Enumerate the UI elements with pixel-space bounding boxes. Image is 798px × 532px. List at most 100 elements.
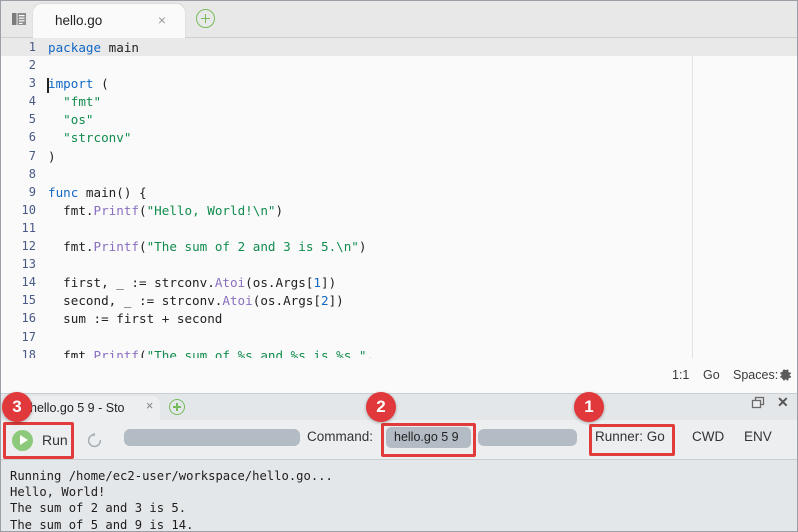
code-token: ) [276,203,284,218]
gear-icon[interactable] [777,367,793,383]
code-token: sum := first + second [48,311,222,326]
code-token: second, _ := strconv. [48,293,222,308]
line-number: 2 [0,56,36,74]
code-text[interactable]: package main [48,38,139,56]
editor-tab-hello-go[interactable]: hello.go × [33,4,185,38]
close-icon[interactable]: × [155,13,169,27]
code-text[interactable]: fmt.Printf("Hello, World!\n") [48,201,283,219]
code-token: ]) [321,275,336,290]
line-number: 4 [0,92,36,110]
restore-window-icon[interactable] [751,395,766,410]
code-row[interactable]: 1 package main [0,38,798,56]
code-editor[interactable]: 1package main23import (4 "fmt"5 "os"6 "s… [0,38,798,393]
console-output[interactable]: Running /home/ec2-user/workspace/hello.g… [0,460,798,532]
code-token: main() { [78,185,146,200]
code-row[interactable]: 14 first, _ := strconv.Atoi(os.Args[1]) [0,273,798,291]
code-token: main [101,40,139,55]
line-number: 10 [0,201,36,219]
close-panel-icon[interactable]: ✕ [777,394,789,411]
code-row[interactable]: 13 [0,255,798,273]
console-line: The sum of 2 and 3 is 5. [10,500,798,516]
code-token: 1 [313,275,321,290]
code-lines[interactable]: 1package main23import (4 "fmt"5 "os"6 "s… [0,38,798,393]
code-text[interactable]: func main() { [48,183,147,201]
annotation-badge-2: 2 [366,392,396,422]
console-line: Hello, World! [10,484,798,500]
restart-icon[interactable] [86,432,103,449]
code-row[interactable]: 9 func main() { [0,183,798,201]
code-token: "fmt" [63,94,101,109]
code-token: import [48,76,94,91]
code-row[interactable]: 8 [0,165,798,183]
code-row[interactable]: 2 [0,56,798,74]
code-token: package [48,40,101,55]
runner-tab-close-icon[interactable]: × [146,399,153,413]
line-number: 1 [0,38,36,56]
new-tab-plus-icon[interactable] [196,9,215,28]
code-text[interactable]: "strconv" [48,128,131,146]
code-row[interactable]: 4 "fmt" [0,92,798,110]
code-row[interactable]: 16 sum := first + second [0,309,798,327]
code-text[interactable]: "fmt" [48,92,101,110]
code-token: 2 [321,293,329,308]
line-number: 13 [0,255,36,273]
ide-window: hello.go × 1package main23import (4 "fmt… [0,0,798,532]
runner-new-tab-plus-icon[interactable] [169,399,185,415]
line-number: 6 [0,128,36,146]
annotation-box-runner [589,424,675,456]
code-row[interactable]: 3 import ( [0,74,798,92]
cwd-button[interactable]: CWD [692,429,724,444]
console-line: The sum of 5 and 9 is 14. [10,517,798,532]
code-text[interactable]: "os" [48,110,94,128]
editor-status-bar: 1:1 Go Spaces: 2 [0,358,798,393]
runner-tab-label: hello.go 5 9 - Sto [30,401,125,415]
env-button[interactable]: ENV [744,429,772,444]
line-number: 14 [0,273,36,291]
code-token: "The sum of 2 and 3 is 5.\n" [147,239,359,254]
annotation-box-command [381,423,476,457]
code-row[interactable]: 17 [0,328,798,346]
line-number: 9 [0,183,36,201]
code-text[interactable]: fmt.Printf("The sum of 2 and 3 is 5.\n") [48,237,367,255]
line-number: 3 [0,74,36,92]
code-token: "strconv" [63,130,131,145]
code-token: fmt. [48,239,94,254]
code-row[interactable]: 11 [0,219,798,237]
code-token: Printf [94,239,140,254]
code-token [48,130,63,145]
annotation-badge-1: 1 [574,392,604,422]
language-mode[interactable]: Go [703,368,720,382]
code-row[interactable]: 15 second, _ := strconv.Atoi(os.Args[2]) [0,291,798,309]
code-row[interactable]: 5 "os" [0,110,798,128]
code-token: ) [359,239,367,254]
code-row[interactable]: 7) [0,147,798,165]
code-text[interactable]: ) [48,147,56,165]
code-text[interactable]: sum := first + second [48,309,222,327]
code-token: first, _ := strconv. [48,275,215,290]
code-token: ]) [329,293,344,308]
runner-tab-bar: hello.go 5 9 - Sto × [0,393,798,420]
code-token: "Hello, World!\n" [147,203,276,218]
code-text[interactable]: import ( [48,74,109,92]
panel-list-icon[interactable] [8,8,30,30]
code-token [48,94,63,109]
code-row[interactable]: 12 fmt.Printf("The sum of 2 and 3 is 5.\… [0,237,798,255]
code-row[interactable]: 6 "strconv" [0,128,798,146]
annotation-badge-3: 3 [2,392,32,422]
code-token [48,112,63,127]
code-row[interactable]: 10 fmt.Printf("Hello, World!\n") [0,201,798,219]
code-token: "os" [63,112,93,127]
code-token: fmt. [48,203,94,218]
code-text[interactable]: second, _ := strconv.Atoi(os.Args[2]) [48,291,344,309]
cursor-position[interactable]: 1:1 [672,368,689,382]
code-token: func [48,185,78,200]
line-number: 5 [0,110,36,128]
line-number: 7 [0,147,36,165]
code-token: ) [48,149,56,164]
runner-placeholder-bar-right[interactable] [478,429,577,446]
code-text[interactable]: first, _ := strconv.Atoi(os.Args[1]) [48,273,336,291]
runner-tab[interactable]: hello.go 5 9 - Sto [20,396,160,421]
runner-placeholder-bar-left[interactable] [124,429,300,446]
line-number: 16 [0,309,36,327]
editor-tab-bar: hello.go × [0,0,798,38]
